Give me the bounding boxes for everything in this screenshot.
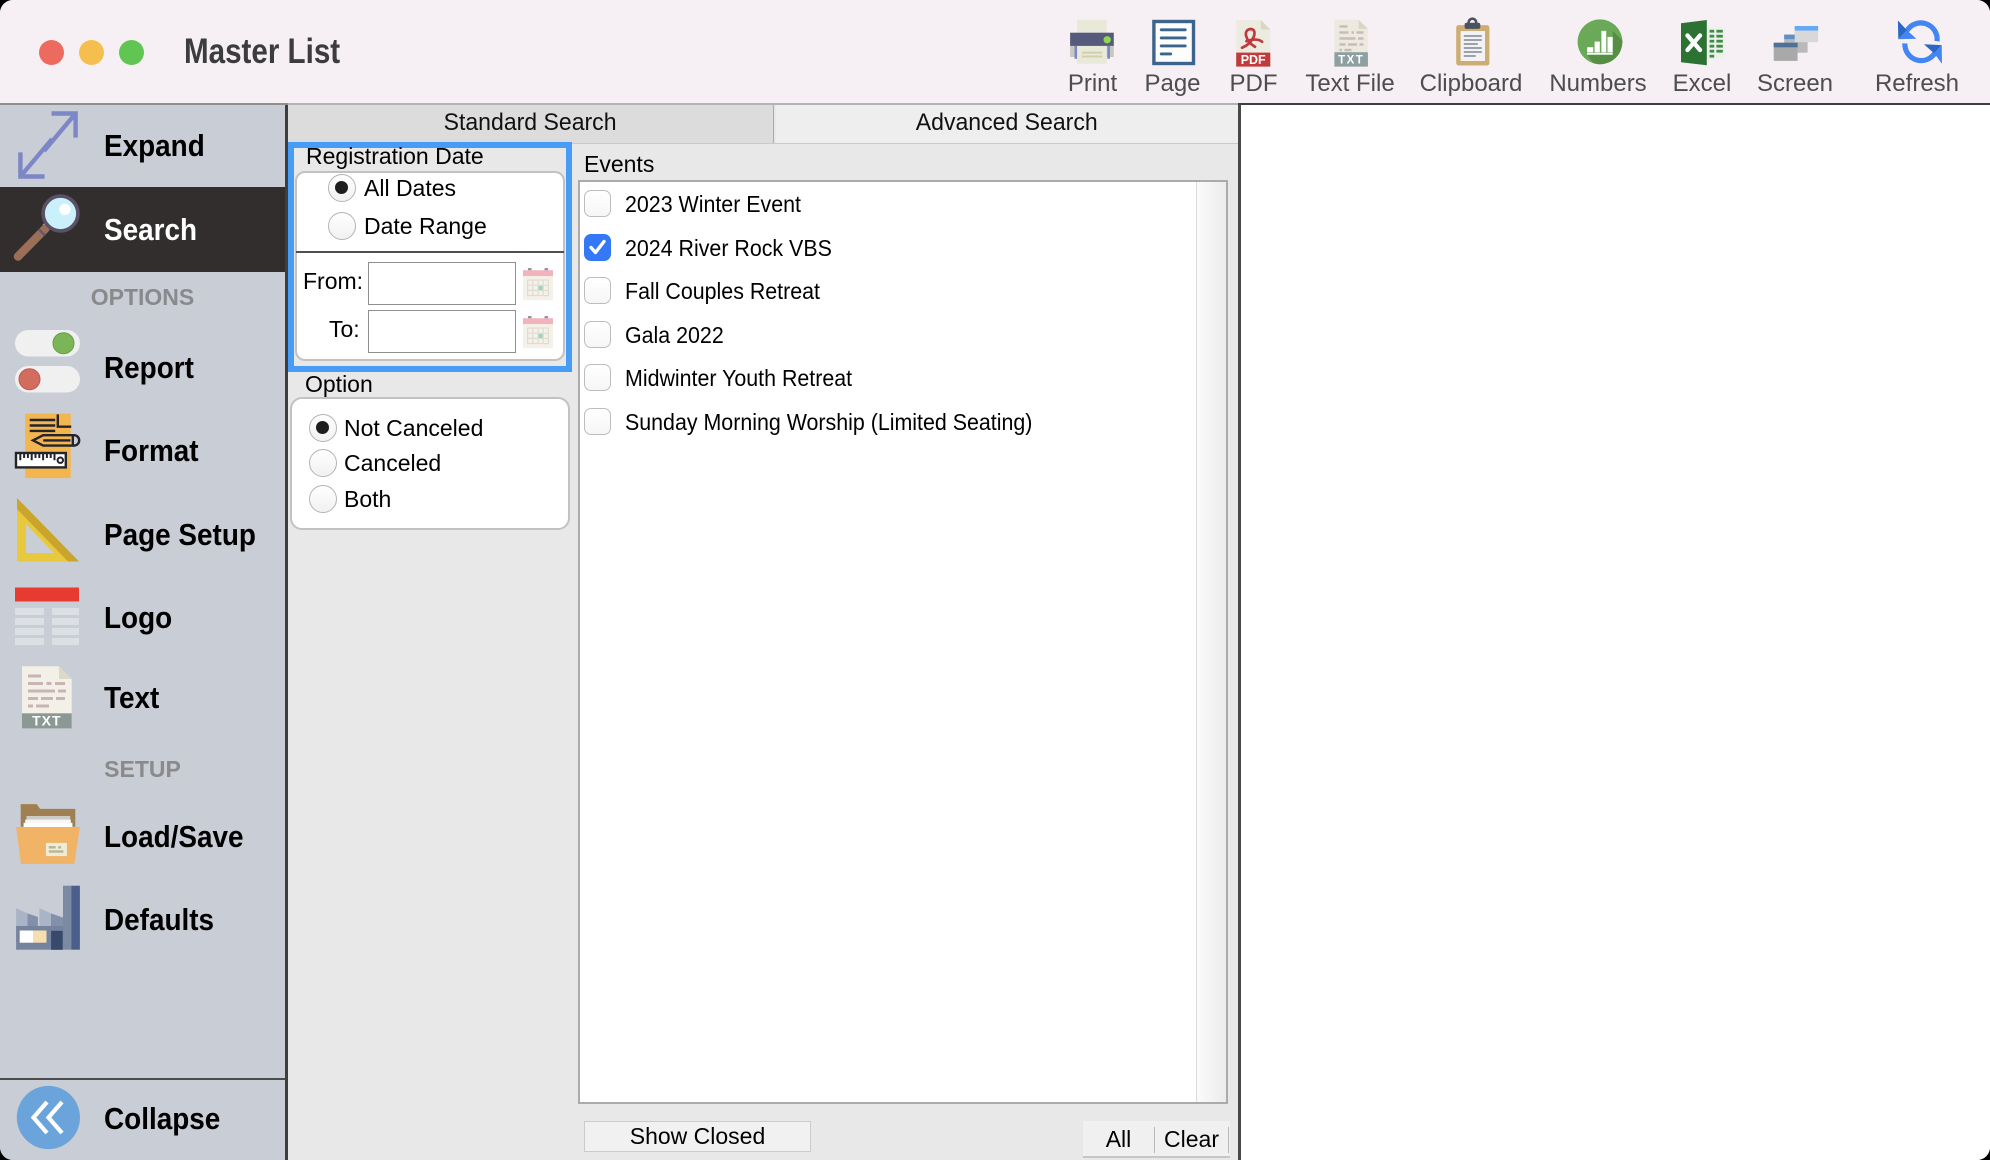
- svg-text:TXT: TXT: [32, 713, 61, 729]
